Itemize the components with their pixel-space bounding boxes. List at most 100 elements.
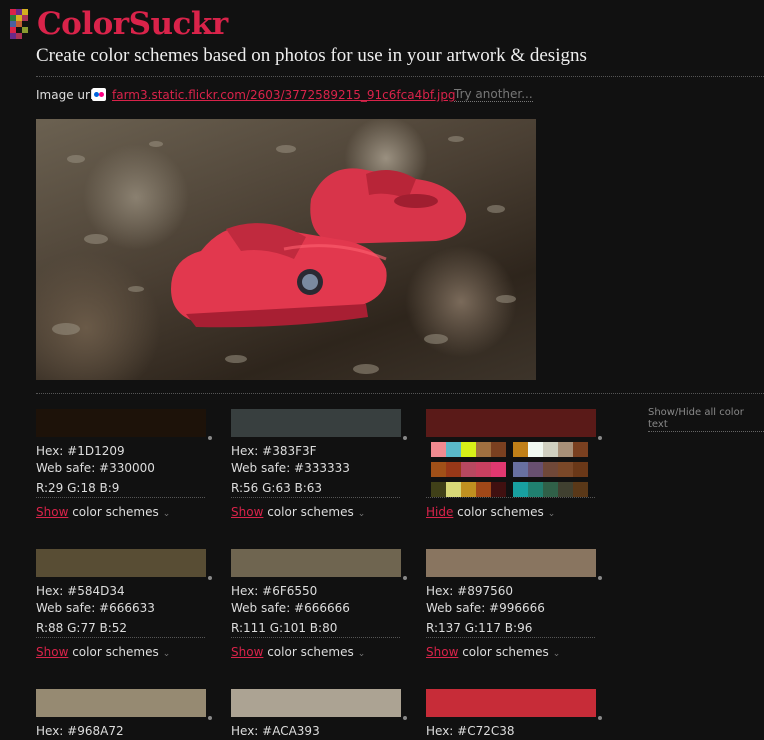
- palette-color-chip[interactable]: [528, 442, 543, 457]
- image-url-link[interactable]: farm3.static.flickr.com/2603/3772589215_…: [112, 87, 456, 103]
- swatch-corner-dot: [403, 436, 407, 440]
- swatch-corner-dot: [403, 716, 407, 720]
- color-swatch-card: Hex: #584D34 Web safe: #666633 R:88 G:77…: [36, 549, 212, 664]
- logo-pixel: [16, 33, 22, 39]
- swatch-corner-dot: [598, 576, 602, 580]
- show-color-schemes-link[interactable]: Show color schemes ⌄: [231, 644, 365, 662]
- palette-color-chip[interactable]: [476, 442, 491, 457]
- image-url-label: Image url:: [36, 88, 98, 102]
- color-scheme-palette[interactable]: [513, 482, 588, 497]
- palette-color-chip[interactable]: [461, 482, 476, 497]
- palette-color-chip[interactable]: [573, 482, 588, 497]
- palette-color-chip[interactable]: [513, 482, 528, 497]
- divider: [231, 637, 400, 638]
- palette-color-chip[interactable]: [573, 462, 588, 477]
- palette-color-chip[interactable]: [558, 442, 573, 457]
- color-scheme-palette[interactable]: [431, 442, 506, 457]
- palette-color-chip[interactable]: [461, 462, 476, 477]
- swatch-corner-dot: [403, 576, 407, 580]
- caret-icon: ⌄: [162, 649, 171, 659]
- divider: [36, 637, 205, 638]
- palette-color-chip[interactable]: [528, 462, 543, 477]
- palette-color-chip[interactable]: [543, 482, 558, 497]
- rgb-value: R:29 G:18 B:9: [36, 481, 120, 495]
- color-swatch[interactable]: [231, 689, 407, 720]
- color-swatch[interactable]: [426, 689, 602, 720]
- palette-color-chip[interactable]: [431, 482, 446, 497]
- palette-color-chip[interactable]: [446, 442, 461, 457]
- caret-icon: ⌄: [357, 649, 366, 659]
- palette-color-chip[interactable]: [558, 482, 573, 497]
- color-scheme-palette[interactable]: [513, 442, 588, 457]
- palette-color-chip[interactable]: [528, 482, 543, 497]
- palette-color-chip[interactable]: [431, 442, 446, 457]
- color-swatch-card: Hex: #6F6550 Web safe: #666666 R:111 G:1…: [231, 549, 407, 664]
- websafe-value: Web safe: #996666: [426, 601, 545, 615]
- show-color-schemes-link[interactable]: Show color schemes ⌄: [36, 644, 170, 662]
- color-swatch[interactable]: [36, 689, 212, 720]
- divider: [36, 76, 764, 77]
- palette-color-chip[interactable]: [491, 442, 506, 457]
- color-swatch[interactable]: [231, 549, 407, 580]
- color-swatch-card: Hide color schemes ⌄: [426, 409, 602, 524]
- swatch-corner-dot: [598, 716, 602, 720]
- palette-color-chip[interactable]: [476, 482, 491, 497]
- color-swatch-card: Hex: #ACA393: [231, 689, 407, 740]
- show-color-schemes-link[interactable]: Show color schemes ⌄: [231, 504, 365, 522]
- divider: [426, 637, 595, 638]
- photo-icon: [52, 136, 516, 374]
- palette-color-chip[interactable]: [491, 462, 506, 477]
- caret-icon: ⌄: [547, 509, 556, 519]
- color-swatch[interactable]: [231, 409, 407, 440]
- palette-color-chip[interactable]: [461, 442, 476, 457]
- palette-color-chip[interactable]: [446, 482, 461, 497]
- hex-value: Hex: #6F6550: [231, 584, 318, 598]
- color-swatch-card: Hex: #897560 Web safe: #996666 R:137 G:1…: [426, 549, 602, 664]
- color-scheme-palette[interactable]: [431, 482, 506, 497]
- swatch-corner-dot: [208, 436, 212, 440]
- divider: [36, 393, 764, 394]
- palette-color-chip[interactable]: [476, 462, 491, 477]
- websafe-value: Web safe: #333333: [231, 461, 350, 475]
- toggle-all-color-text-link[interactable]: Show/Hide all color text: [648, 407, 764, 432]
- show-color-schemes-link[interactable]: Show color schemes ⌄: [426, 644, 560, 662]
- palette-color-chip[interactable]: [573, 442, 588, 457]
- rgb-value: R:137 G:117 B:96: [426, 621, 533, 635]
- try-another-link[interactable]: Try another...: [454, 87, 533, 102]
- color-swatch-card: Hex: #968A72: [36, 689, 212, 740]
- color-swatch-card: Hex: #C72C38: [426, 689, 602, 740]
- color-swatch[interactable]: [426, 409, 602, 440]
- logo-pixel: [22, 9, 28, 15]
- palette-color-chip[interactable]: [513, 462, 528, 477]
- source-photo: [36, 119, 536, 380]
- caret-icon: ⌄: [357, 509, 366, 519]
- rgb-value: R:111 G:101 B:80: [231, 621, 338, 635]
- palette-color-chip[interactable]: [491, 482, 506, 497]
- palette-color-chip[interactable]: [543, 462, 558, 477]
- color-swatch-card: Hex: #1D1209 Web safe: #330000 R:29 G:18…: [36, 409, 212, 524]
- palette-color-chip[interactable]: [558, 462, 573, 477]
- color-scheme-palette[interactable]: [513, 462, 588, 477]
- palette-color-chip[interactable]: [431, 462, 446, 477]
- hex-value: Hex: #584D34: [36, 584, 125, 598]
- logo-text[interactable]: ColorSuckr: [37, 4, 228, 44]
- rgb-value: R:56 G:63 B:63: [231, 481, 323, 495]
- palette-color-chip[interactable]: [513, 442, 528, 457]
- color-swatch[interactable]: [36, 549, 212, 580]
- show-color-schemes-link[interactable]: Show color schemes ⌄: [36, 504, 170, 522]
- websafe-value: Web safe: #666633: [36, 601, 155, 615]
- color-swatch-card: Hex: #383F3F Web safe: #333333 R:56 G:63…: [231, 409, 407, 524]
- palette-color-chip[interactable]: [446, 462, 461, 477]
- color-swatch[interactable]: [36, 409, 212, 440]
- websafe-value: Web safe: #666666: [231, 601, 350, 615]
- caret-icon: ⌄: [552, 649, 561, 659]
- color-swatch[interactable]: [426, 549, 602, 580]
- hex-value: Hex: #383F3F: [231, 444, 317, 458]
- palette-color-chip[interactable]: [543, 442, 558, 457]
- hide-color-schemes-link[interactable]: Hide color schemes ⌄: [426, 504, 555, 522]
- websafe-value: Web safe: #330000: [36, 461, 155, 475]
- logo-pixel: [22, 15, 28, 21]
- logo-icon: [10, 9, 34, 41]
- image-url-row: Image url: farm3.static.flickr.com/2603/…: [36, 87, 533, 103]
- color-scheme-palette[interactable]: [431, 462, 506, 477]
